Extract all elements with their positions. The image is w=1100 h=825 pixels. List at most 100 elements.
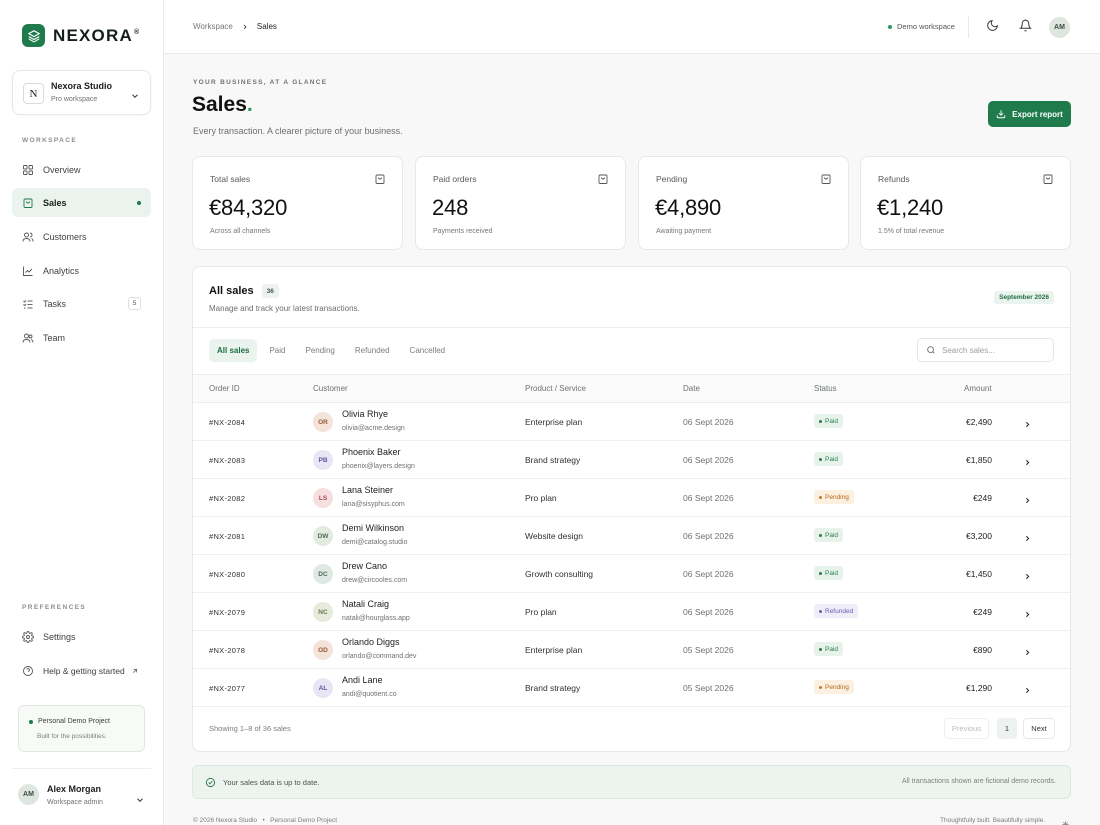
sidebar-item-settings[interactable]: Settings: [12, 622, 151, 651]
moon-icon[interactable]: [986, 19, 999, 37]
page-number-button[interactable]: 1: [997, 718, 1017, 739]
status-badge: Paid: [814, 452, 844, 466]
sidebar-item-analytics[interactable]: Analytics: [12, 256, 151, 285]
table-row[interactable]: #NX-2084 OR Olivia Rhye olivia@acme.design E…: [193, 403, 1070, 441]
customer-name: Andi Lane: [342, 675, 383, 685]
chevron-right-icon[interactable]: [1023, 568, 1032, 586]
workspace-plan: Pro workspace: [51, 96, 98, 103]
footer-copyright: © 2026 Nexora Studio • Personal Demo Pro…: [193, 817, 337, 824]
product-name: Enterprise plan: [525, 645, 583, 655]
chevron-right-icon[interactable]: [1023, 606, 1032, 624]
tasks-icon: [23, 299, 33, 308]
workspace-name: Nexora Studio: [51, 81, 113, 91]
table-row[interactable]: #NX-2077 AL Andi Lane andi@quotient.co Brand…: [193, 669, 1070, 707]
order-id: #NX-2077: [209, 684, 246, 693]
sidebar-item-help[interactable]: Help & getting started: [12, 656, 151, 685]
logo[interactable]: NEXORA®: [22, 24, 140, 47]
stat-value: €1,240: [877, 195, 944, 220]
status-dot: [819, 419, 822, 423]
order-amount: €2,490: [966, 417, 992, 427]
breadcrumb-workspace[interactable]: Workspace: [193, 22, 233, 31]
chevron-right-icon[interactable]: [1023, 492, 1032, 510]
stat-note: Across all channels: [210, 228, 271, 235]
export-report-button[interactable]: Export report: [988, 101, 1071, 127]
project-card: Personal Demo Project Built for the poss…: [18, 705, 145, 752]
order-id: #NX-2083: [209, 456, 246, 465]
chevron-right-icon[interactable]: [1023, 682, 1032, 700]
column-header-order-id: Order ID: [209, 384, 240, 393]
avatar[interactable]: AM: [1049, 17, 1070, 38]
order-amount: €249: [973, 607, 992, 617]
tab-all-sales[interactable]: All sales: [209, 339, 258, 362]
sales-table-card: All sales 36 Manage and track your lates…: [192, 266, 1071, 752]
customer-email: drew@circooles.com: [342, 577, 408, 584]
demo-workspace-label: Demo workspace: [897, 22, 955, 31]
column-header-amount: Amount: [964, 384, 992, 393]
banner-note: All transactions shown are fictional dem…: [901, 778, 1056, 785]
sidebar-item-customers[interactable]: Customers: [12, 222, 151, 251]
order-id: #NX-2079: [209, 608, 246, 617]
bag-icon: [23, 198, 33, 208]
customer-name: Demi Wilkinson: [342, 523, 405, 533]
table-row[interactable]: #NX-2083 PB Phoenix Baker phoenix@layers.de…: [193, 441, 1070, 479]
order-date: 06 Sept 2026: [683, 607, 734, 617]
tab-pending[interactable]: Pending: [297, 339, 342, 362]
stat-value: €84,320: [209, 195, 288, 220]
customer-name: Phoenix Baker: [342, 447, 401, 457]
tab-refunded[interactable]: Refunded: [347, 339, 398, 362]
bell-icon[interactable]: [1019, 19, 1032, 37]
active-dot: [137, 200, 141, 205]
divider: [193, 327, 1070, 328]
table-row[interactable]: #NX-2078 OD Orlando Diggs orlando@command.d…: [193, 631, 1070, 669]
tab-paid[interactable]: Paid: [261, 339, 293, 362]
search-icon: [927, 346, 935, 354]
stat-note: Payments received: [433, 228, 493, 235]
section-label-workspace: WORKSPACE: [22, 137, 78, 144]
help-icon: [23, 665, 33, 676]
layers-logo-icon: [22, 24, 45, 47]
order-amount: €3,200: [966, 531, 992, 541]
column-header-customer: Customer: [313, 384, 348, 393]
chevron-right-icon[interactable]: [1023, 454, 1032, 472]
user-name: Alex Morgan: [47, 784, 102, 794]
sidebar-item-label: Customers: [43, 231, 87, 242]
table-row[interactable]: #NX-2081 DW Demi Wilkinson demi@catalog.stu…: [193, 517, 1070, 555]
chevron-right-icon[interactable]: [1023, 416, 1032, 434]
sidebar-item-tasks[interactable]: Tasks 5: [12, 289, 151, 318]
sidebar: NEXORA® N Nexora Studio Pro workspace WO…: [0, 0, 164, 825]
user-menu[interactable]: AM Alex Morgan Workspace admin: [12, 768, 151, 818]
chevron-right-icon[interactable]: [1023, 530, 1032, 548]
tab-cancelled[interactable]: Cancelled: [402, 339, 454, 362]
sales-count-badge: 36: [261, 284, 279, 298]
sidebar-item-label: Sales: [43, 197, 67, 208]
team-icon: [22, 333, 34, 343]
sidebar-item-team[interactable]: Team: [12, 323, 151, 352]
table-row[interactable]: #NX-2079 NC Natali Craig natali@hourglass.a…: [193, 593, 1070, 631]
sidebar-item-sales[interactable]: Sales: [12, 188, 151, 217]
chevron-right-icon[interactable]: [1023, 644, 1032, 662]
sidebar-item-overview[interactable]: Overview: [12, 155, 151, 184]
topbar: Workspace Sales Demo workspace AM: [164, 0, 1100, 54]
sidebar-item-label: Analytics: [43, 265, 80, 276]
bag-icon: [597, 172, 609, 190]
stat-value: €4,890: [655, 195, 722, 220]
workspace-switcher[interactable]: N Nexora Studio Pro workspace: [12, 70, 151, 115]
table-row[interactable]: #NX-2080 DC Drew Cano drew@circooles.com Gro…: [193, 555, 1070, 593]
search-input[interactable]: [942, 345, 1042, 355]
order-id: #NX-2084: [209, 418, 246, 427]
order-date: 06 Sept 2026: [683, 417, 734, 427]
export-report-label: Export report: [1012, 109, 1063, 119]
table-title: All sales: [209, 285, 254, 297]
stat-label: Paid orders: [433, 174, 477, 184]
previous-page-button[interactable]: Previous: [944, 718, 989, 739]
next-page-button[interactable]: Next: [1023, 718, 1055, 739]
stat-value: 248: [432, 195, 469, 220]
chart-icon: [23, 266, 33, 276]
stat-card-refunds: Refunds €1,240 1.5% of total revenue: [860, 156, 1071, 250]
filter-tabs: All sales Paid Pending Refunded Cancelle…: [209, 339, 453, 362]
table-row[interactable]: #NX-2082 LS Lana Steiner lana@sisyphus.com P…: [193, 479, 1070, 517]
avatar: AL: [313, 678, 333, 698]
order-amount: €249: [973, 493, 992, 503]
order-id: #NX-2081: [209, 532, 246, 541]
month-badge: September 2026: [994, 291, 1054, 304]
